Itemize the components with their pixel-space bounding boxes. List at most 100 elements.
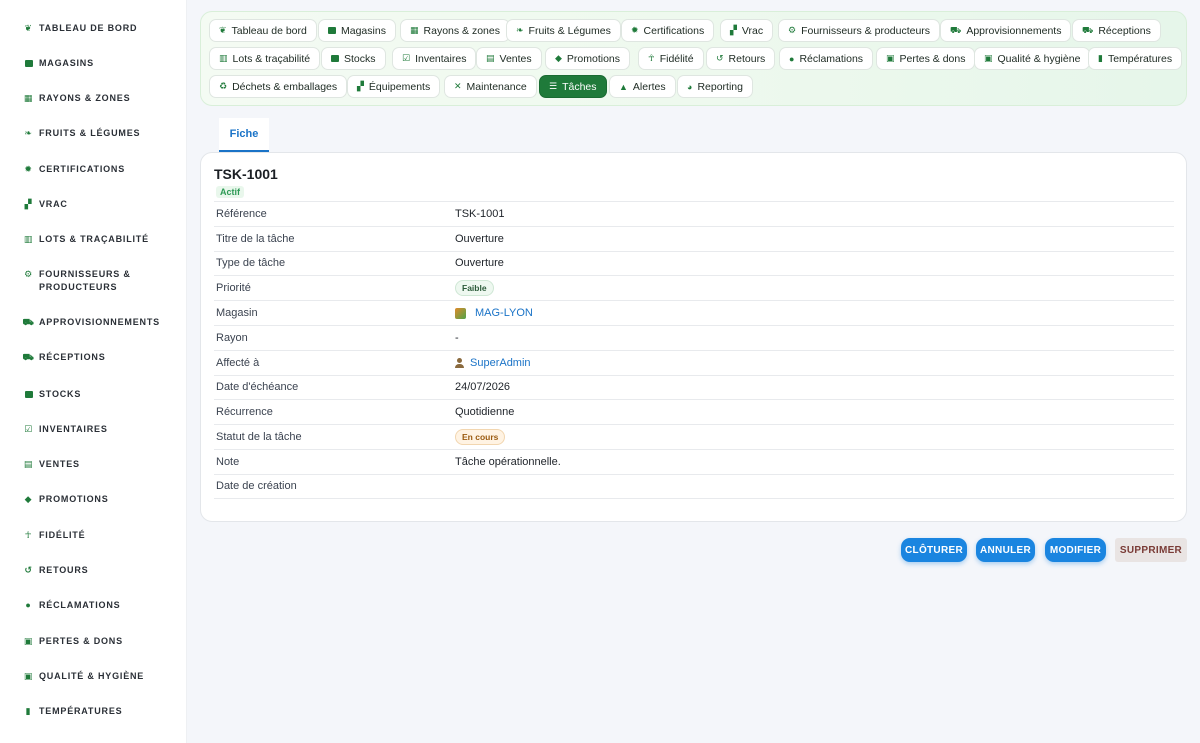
sidebar-item-pertes-dons[interactable]: ▣ Pertes & dons [0, 635, 186, 648]
field-value: MAG-LYON [455, 307, 533, 319]
sidebar-item-label: Qualité & hygiène [39, 671, 145, 681]
sidebar-item-promotions[interactable]: ◆ Promotions [0, 493, 186, 506]
store-icon [24, 59, 33, 68]
sidebar-item-label: Tableau de bord [39, 23, 138, 33]
field-row-note: Note Tâche opérationnelle. [214, 448, 1174, 474]
warehouse-icon [331, 55, 339, 62]
sidebar-item-reclamations[interactable]: ● Réclamations [0, 599, 186, 612]
nav-pill-pertes-dons[interactable]: ▣ Pertes & dons [876, 47, 976, 70]
clipboard-icon: ▣ [984, 53, 993, 63]
nav-pill-label: Tâches [562, 80, 597, 93]
sidebar-item-retours[interactable]: ↺ Retours [0, 564, 186, 577]
field-label: Statut de la tâche [216, 431, 302, 444]
sidebar-item-inventaires[interactable]: ☑ Inventaires [0, 423, 186, 436]
nav-pill-dechets[interactable]: ♻ Déchets & emballages [209, 75, 348, 98]
field-list: Référence TSK-1001 Titre de la tâche Ouver… [214, 201, 1174, 499]
sidebar-item-fruits-legumes[interactable]: ❧ Fruits & Légumes [0, 127, 186, 140]
record-card: TSK-1001 Actif Référence TSK-1001 Titre d… [200, 152, 1187, 522]
sidebar-item-label: Promotions [39, 494, 109, 504]
close-task-button[interactable]: Clôturer [901, 538, 967, 562]
sidebar-item-label: Magasins [39, 58, 94, 68]
nav-pill-certifications[interactable]: ✹ Certifications [621, 19, 715, 42]
user-link[interactable]: SuperAdmin [470, 357, 531, 369]
nav-pill-equipements[interactable]: ▞ Équipements [347, 75, 441, 98]
field-row-affecte: Affecté à SuperAdmin [214, 349, 1174, 375]
field-row-reference: Référence TSK-1001 [214, 201, 1174, 226]
sidebar-item-approvisionnements[interactable]: ⛟ Approvisionnements [0, 316, 186, 329]
nav-pill-temperatures[interactable]: ▮ Températures [1088, 47, 1183, 70]
cart-icon: ⛟ [950, 24, 962, 35]
nav-pill-inventaires[interactable]: ☑ Inventaires [392, 47, 477, 70]
nav-pill-reporting[interactable]: ◕ Reporting [677, 75, 753, 98]
boxes-icon: ▞ [730, 25, 737, 35]
task-status-badge: En cours [455, 429, 506, 446]
truck-icon: ⛟ [22, 352, 35, 362]
nav-pill-lots[interactable]: ▥ Lots & traçabilité [209, 47, 321, 70]
nav-pill-label: Tableau de bord [231, 24, 307, 37]
nav-pill-ventes[interactable]: ▤ Ventes [476, 47, 542, 70]
nav-pill-qualite[interactable]: ▣ Qualité & hygiène [974, 47, 1091, 70]
field-value: Tâche opérationnelle. [455, 455, 561, 468]
cancel-task-button[interactable]: Annuler [976, 538, 1035, 562]
sidebar-item-lots[interactable]: ▥ Lots & traçabilité [0, 233, 186, 246]
sidebar-item-receptions[interactable]: ⛟ Réceptions [0, 351, 186, 364]
award-icon: ☥ [24, 530, 33, 540]
nav-pill-retours[interactable]: ↺ Retours [706, 47, 776, 70]
nav-pill-rayons[interactable]: ▦ Rayons & zones [400, 19, 510, 42]
sidebar-item-vrac[interactable]: ▞ Vrac [0, 198, 186, 211]
sidebar-item-tableau-de-bord[interactable]: ❦ Tableau de bord [0, 22, 186, 35]
nav-pill-label: Pertes & dons [899, 52, 966, 65]
warehouse-icon [24, 390, 33, 399]
nav-pill-fournisseurs[interactable]: ⚙ Fournisseurs & producteurs [778, 19, 941, 42]
boxes-icon: ▞ [24, 199, 33, 209]
nav-pill-tableau-de-bord[interactable]: ❦ Tableau de bord [209, 19, 317, 42]
nav-pill-maintenance[interactable]: ✕ Maintenance [444, 75, 537, 98]
thermometer-icon: ▮ [25, 706, 32, 716]
seedling-icon: ❦ [24, 23, 33, 33]
field-label: Affecté à [216, 356, 260, 369]
field-label: Récurrence [216, 406, 273, 419]
edit-button[interactable]: Modifier [1045, 538, 1106, 562]
sidebar-item-fidelite[interactable]: ☥ Fidélité [0, 529, 186, 542]
nav-pill-fruits-legumes[interactable]: ❧ Fruits & Légumes [506, 19, 621, 42]
nav-pill-promotions[interactable]: ◆ Promotions [545, 47, 631, 70]
nav-pill-approvisionnements[interactable]: ⛟ Approvisionnements [940, 19, 1072, 42]
nav-pill-fidelite[interactable]: ☥ Fidélité [638, 47, 704, 70]
tab-fiche[interactable]: Fiche [219, 118, 269, 152]
nav-pill-stocks[interactable]: Stocks [321, 47, 386, 70]
record-title: TSK-1001 [214, 166, 278, 182]
nav-pill-label: Déchets & emballages [232, 80, 338, 93]
nav-pill-taches[interactable]: ☰ Tâches [539, 75, 607, 98]
clipboard-check-icon: ☑ [24, 424, 33, 434]
nav-pill-reclamations[interactable]: ● Réclamations [779, 47, 874, 70]
nav-pill-label: Fruits & Légumes [528, 24, 611, 37]
sidebar-item-label: Vrac [39, 199, 68, 209]
sidebar-item-label: Lots & traçabilité [39, 234, 149, 244]
delete-button[interactable]: Supprimer [1115, 538, 1187, 562]
nav-pill-receptions[interactable]: ⛟ Réceptions [1072, 19, 1161, 42]
nav-pill-label: Retours [728, 52, 766, 65]
field-label: Type de tâche [216, 257, 286, 270]
nav-pill-label: Températures [1107, 52, 1173, 65]
nav-pill-magasins[interactable]: Magasins [318, 19, 396, 42]
field-value: TSK-1001 [455, 207, 505, 220]
chart-pie-icon: ◕ [687, 81, 693, 92]
nav-pill-alertes[interactable]: ▲ Alertes [609, 75, 676, 98]
sidebar-item-fournisseurs[interactable]: ⚙ Fournisseurs & producteurs [0, 268, 186, 294]
field-row-rayon: Rayon - [214, 324, 1174, 350]
sidebar-item-ventes[interactable]: ▤ Ventes [0, 458, 186, 471]
nav-pill-label: Inventaires [415, 52, 467, 65]
nav-pill-label: Maintenance [466, 80, 527, 93]
sidebar-item-rayons[interactable]: ▦ Rayons & zones [0, 92, 186, 105]
sidebar-item-label: Rayons & zones [39, 93, 131, 103]
store-link[interactable]: MAG-LYON [475, 307, 533, 319]
sidebar-item-qualite[interactable]: ▣ Qualité & hygiène [0, 670, 186, 683]
sidebar-item-temperatures[interactable]: ▮ Températures [0, 705, 186, 718]
field-value: 24/07/2026 [455, 381, 511, 394]
nav-pill-label: Réceptions [1098, 24, 1151, 37]
sidebar-item-stocks[interactable]: Stocks [0, 388, 186, 401]
nav-pill-vrac[interactable]: ▞ Vrac [720, 19, 774, 42]
sidebar-item-magasins[interactable]: Magasins [0, 57, 186, 70]
field-label: Priorité [216, 282, 251, 295]
sidebar-item-certifications[interactable]: ✹ Certifications [0, 163, 186, 176]
